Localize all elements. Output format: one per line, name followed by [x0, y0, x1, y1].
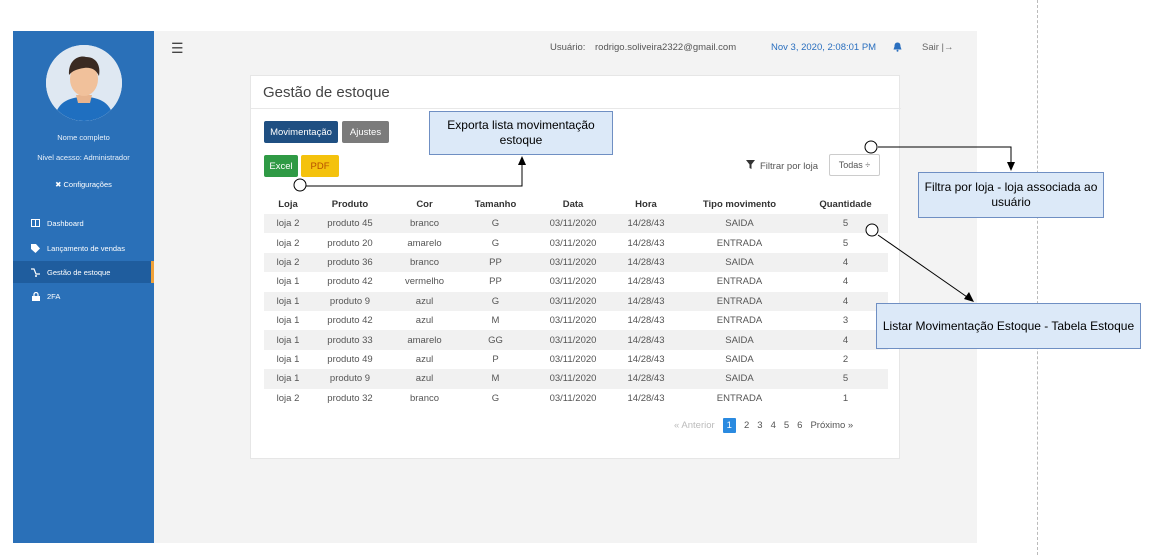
filter-annotation: Filtra por loja - loja associada ao usuá… — [918, 172, 1104, 218]
export-arrow-line — [306, 160, 523, 187]
filter-arrowhead — [1007, 162, 1015, 171]
annotation-arrows — [293, 140, 1015, 302]
filter-anchor-circle — [864, 140, 878, 154]
list-arrow-line — [877, 234, 971, 300]
screen: Nome completo Nivel acesso: Administrado… — [0, 0, 1155, 555]
list-annotation: Listar Movimentação Estoque - Tabela Est… — [876, 303, 1141, 349]
list-arrowhead — [964, 292, 974, 302]
export-arrowhead — [518, 156, 526, 165]
export-annotation: Exporta lista movimentação estoque — [429, 111, 613, 155]
list-anchor-circle — [865, 223, 879, 237]
filter-arrow-line — [878, 146, 1012, 166]
export-anchor-circle — [293, 178, 307, 192]
